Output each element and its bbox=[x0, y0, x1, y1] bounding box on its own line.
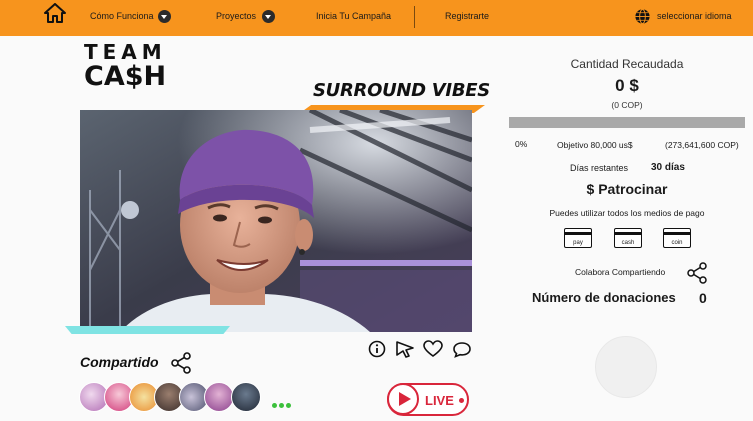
payment-methods-text: Puedes utilizar todos los medios de pago bbox=[549, 208, 705, 218]
raised-cop: (0 COP) bbox=[611, 100, 643, 110]
team-cash-logo[interactable]: TEAM CA$H bbox=[84, 42, 180, 98]
heart-icon[interactable] bbox=[423, 340, 443, 358]
chevron-down-icon[interactable] bbox=[158, 10, 171, 23]
cursor-icon[interactable] bbox=[395, 340, 415, 358]
nav-inicia-campana[interactable]: Inicia Tu Campaña bbox=[316, 11, 391, 21]
logo-cash-text: CA$H bbox=[84, 61, 167, 92]
nav-proyectos[interactable]: Proyectos bbox=[216, 11, 256, 21]
campaign-title: SURROUND VIBES bbox=[313, 80, 490, 101]
campaign-video[interactable] bbox=[80, 110, 472, 332]
sponsor-button[interactable]: $ Patrocinar bbox=[509, 181, 745, 197]
globe-icon[interactable] bbox=[634, 8, 651, 25]
share-prompt: Colabora Compartiendo bbox=[575, 267, 666, 277]
raised-label: Cantidad Recaudada bbox=[570, 57, 684, 71]
coin-label: coin bbox=[671, 240, 683, 246]
cash-label: cash bbox=[621, 240, 635, 246]
comment-icon[interactable] bbox=[452, 341, 472, 358]
logo-team-text: TEAM bbox=[84, 40, 167, 64]
coin-card-icon[interactable]: coin bbox=[663, 228, 691, 248]
info-icon[interactable] bbox=[368, 340, 386, 358]
goal-usd: Objetivo 80,000 us$ bbox=[557, 140, 633, 150]
pay-label: pay bbox=[573, 240, 583, 246]
language-selector[interactable]: seleccionar idioma bbox=[657, 11, 732, 21]
video-thumbnail bbox=[80, 110, 472, 332]
watermark-logo bbox=[595, 336, 657, 398]
cash-card-icon[interactable]: cash bbox=[614, 228, 642, 248]
nav-divider bbox=[414, 6, 415, 28]
home-icon[interactable] bbox=[44, 3, 66, 23]
chevron-down-icon[interactable] bbox=[262, 10, 275, 23]
pay-card-icon[interactable]: pay bbox=[564, 228, 592, 248]
live-button[interactable]: LIVE bbox=[387, 383, 469, 416]
more-avatars-icon[interactable] bbox=[272, 395, 293, 413]
shared-label: Compartido bbox=[80, 354, 159, 370]
nav-como-funciona[interactable]: Cómo Funciona bbox=[90, 11, 154, 21]
avatar[interactable] bbox=[204, 382, 234, 412]
live-label: LIVE bbox=[425, 393, 454, 408]
goal-cop: (273,641,600 COP) bbox=[665, 140, 739, 150]
days-remaining-value: 30 días bbox=[651, 162, 685, 173]
progress-percent: 0% bbox=[515, 139, 528, 149]
video-accent-bar bbox=[65, 326, 230, 334]
share-icon[interactable] bbox=[686, 262, 708, 284]
share-icon[interactable] bbox=[170, 352, 192, 374]
funding-progress-bar bbox=[509, 117, 745, 128]
top-nav: Cómo Funciona Proyectos Inicia Tu Campañ… bbox=[0, 0, 753, 36]
raised-value: 0 $ bbox=[615, 76, 639, 95]
days-remaining-label: Días restantes bbox=[570, 163, 629, 173]
nav-registrarte[interactable]: Registrarte bbox=[445, 11, 489, 21]
donations-count: 0 bbox=[699, 290, 707, 306]
play-icon bbox=[387, 383, 419, 415]
avatar[interactable] bbox=[231, 382, 261, 412]
donations-label: Número de donaciones bbox=[532, 290, 676, 305]
live-dot-icon bbox=[459, 398, 464, 403]
